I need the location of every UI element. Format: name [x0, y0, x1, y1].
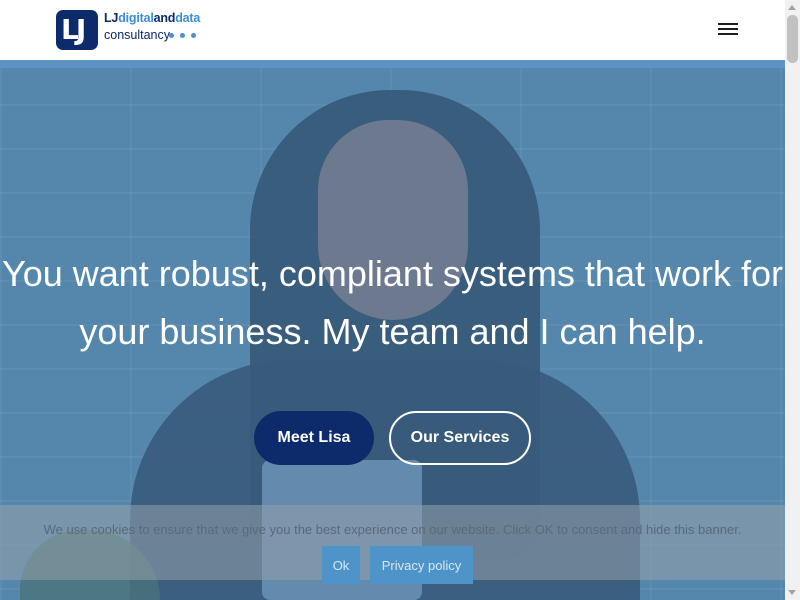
- cookie-ok-button[interactable]: Ok: [322, 546, 360, 584]
- logo-wordmark-and: and: [153, 11, 176, 25]
- logo-mark-text: LJ: [61, 13, 86, 46]
- cookie-banner: We use cookies to ensure that we give yo…: [0, 505, 785, 584]
- logo-wordmark-start: LJ: [104, 11, 119, 25]
- site-header: LJ LJdigitalanddata consultancy: [0, 0, 785, 60]
- hero-top-strip: [0, 60, 785, 68]
- our-services-button[interactable]: Our Services: [389, 411, 531, 465]
- logo-mark: LJ: [56, 10, 98, 50]
- scroll-down-arrow-icon[interactable]: [788, 590, 796, 595]
- logo-dots: [169, 33, 196, 38]
- cookie-banner-text: We use cookies to ensure that we give yo…: [43, 522, 742, 537]
- logo-wordmark: LJdigitalanddata: [104, 11, 200, 25]
- vertical-scrollbar[interactable]: [785, 0, 800, 600]
- site-logo[interactable]: LJ LJdigitalanddata consultancy: [56, 10, 206, 52]
- hero-headline: You want robust, compliant systems that …: [1, 253, 783, 352]
- logo-wordmark-digital: digital: [118, 11, 154, 25]
- hamburger-menu-icon[interactable]: [718, 23, 738, 37]
- scroll-up-arrow-icon[interactable]: [788, 5, 796, 10]
- logo-wordmark-data: data: [175, 11, 201, 25]
- meet-lisa-button[interactable]: Meet Lisa: [254, 411, 374, 465]
- logo-tagline: consultancy: [104, 28, 171, 42]
- scrollbar-thumb[interactable]: [787, 15, 798, 63]
- privacy-policy-button[interactable]: Privacy policy: [370, 546, 473, 584]
